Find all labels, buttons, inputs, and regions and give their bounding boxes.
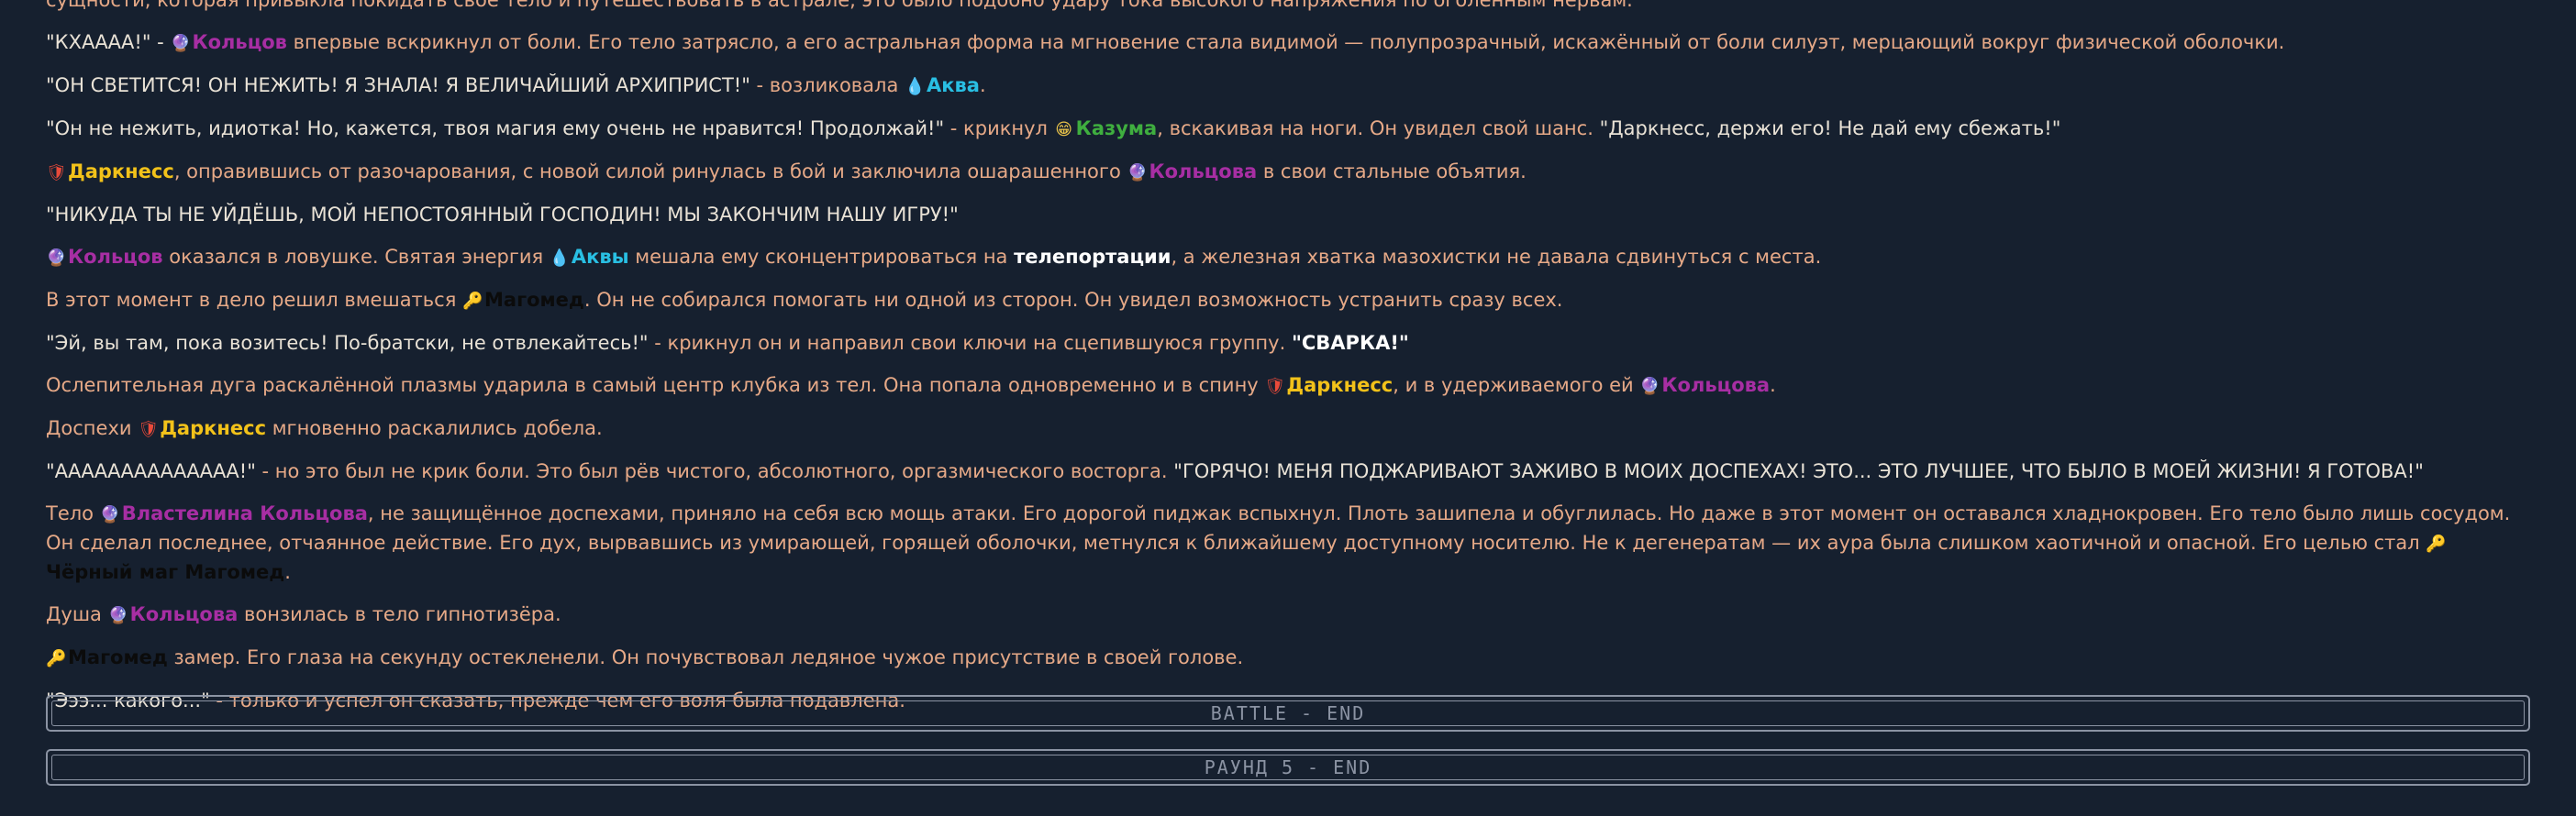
- battle-end-label: BATTLE - END: [1210, 701, 1366, 724]
- crystal-ball-icon: 🔮: [46, 248, 67, 268]
- character-magomed: Чёрный маг Магомед: [46, 561, 285, 583]
- character-koltsov: Властелина Кольцова: [121, 502, 368, 524]
- character-magomed: Магомед: [68, 646, 168, 668]
- log-message: "Он не нежить, идиотка! Но, кажется, тво…: [46, 115, 2532, 144]
- skill-name: телепортации: [1014, 246, 1171, 268]
- log-message: 🔮Кольцов оказался в ловушке. Святая энер…: [46, 243, 2532, 272]
- crystal-ball-icon: 🔮: [1127, 163, 1148, 182]
- character-koltsov: Кольцова: [1661, 374, 1771, 396]
- log-message: 🛡Даркнесс, оправившись от разочарования,…: [46, 158, 2532, 187]
- shield-icon: 🛡: [46, 163, 67, 182]
- log-message: Ослепительная дуга раскалённой плазмы уд…: [46, 371, 2532, 401]
- character-magomed: Магомед: [484, 289, 584, 311]
- grinning-face-icon: 😁: [1055, 120, 1073, 139]
- log-message: Доспехи 🛡Даркнесс мгновенно раскалились …: [46, 414, 2532, 444]
- key-icon: 🔑: [2426, 535, 2447, 554]
- key-icon: 🔑: [46, 649, 67, 668]
- crystal-ball-icon: 🔮: [107, 606, 129, 625]
- log-message: "ОН СВЕТИТСЯ! ОН НЕЖИТЬ! Я ЗНАЛА! Я ВЕЛИ…: [46, 72, 2532, 101]
- log-message: "Эй, вы там, пока возитесь! По-братски, …: [46, 332, 1409, 354]
- character-koltsov: Кольцов: [68, 246, 163, 268]
- crystal-ball-icon: 🔮: [1639, 377, 1660, 396]
- water-drop-icon: 💧: [549, 248, 571, 268]
- round-end-label: РАУНД 5 - END: [1204, 755, 1372, 778]
- character-koltsov: Кольцов: [192, 31, 287, 53]
- character-aqua: Аква: [927, 74, 980, 96]
- shield-icon: 🛡: [1264, 377, 1286, 396]
- log-message: сущности, которая привыкла покидать свое…: [46, 0, 1633, 11]
- character-darkness: Даркнесс: [68, 160, 174, 182]
- log-message: "КХАААА!" - 🔮Кольцов впервые вскрикнул о…: [46, 28, 2532, 58]
- chat-log: сущности, которая привыкла покидать свое…: [46, 0, 2532, 729]
- log-message: "АААААААААААААА!" - но это был не крик б…: [46, 460, 2424, 482]
- key-icon: 🔑: [462, 292, 483, 311]
- crystal-ball-icon: 🔮: [170, 34, 191, 53]
- round-end-divider: РАУНД 5 - END: [46, 749, 2530, 786]
- log-message: "НИКУДА ТЫ НЕ УЙДЁШЬ, МОЙ НЕПОСТОЯННЫЙ Г…: [46, 204, 959, 226]
- crystal-ball-icon: 🔮: [99, 505, 121, 524]
- character-koltsov: Кольцова: [129, 603, 239, 625]
- log-message: Тело 🔮Властелина Кольцова, не защищённое…: [46, 502, 2511, 583]
- skill-name: "СВАРКА!": [1291, 332, 1409, 354]
- battle-end-divider: BATTLE - END: [46, 695, 2530, 732]
- character-koltsov: Кольцова: [1149, 160, 1258, 182]
- log-message: Душа 🔮Кольцова вонзилась в тело гипнотиз…: [46, 601, 2532, 630]
- character-darkness: Даркнесс: [160, 417, 267, 439]
- log-message: В этот момент в дело решил вмешаться 🔑Ма…: [46, 286, 2532, 315]
- water-drop-icon: 💧: [905, 77, 926, 96]
- shield-icon: 🛡: [138, 420, 160, 439]
- character-darkness: Даркнесс: [1286, 374, 1393, 396]
- log-message: 🔑Магомед замер. Его глаза на секунду ост…: [46, 644, 2532, 673]
- character-aqua: Аквы: [571, 246, 629, 268]
- character-kazuma: Казума: [1075, 117, 1158, 139]
